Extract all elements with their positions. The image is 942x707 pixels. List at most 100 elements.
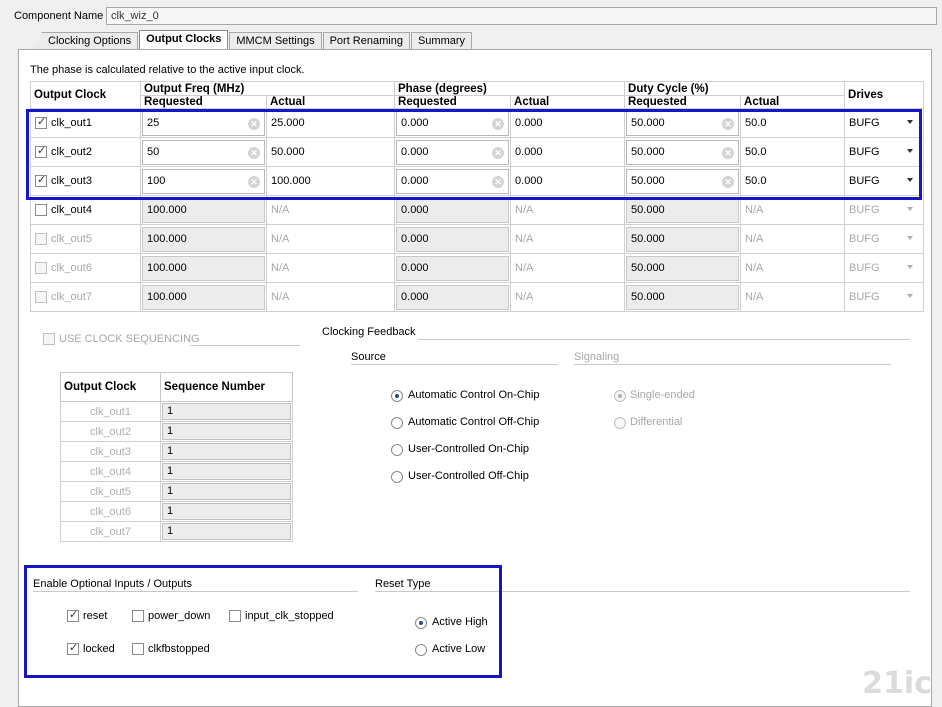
sequence-number-input[interactable]: 1 [162, 463, 291, 480]
phase-requested-input[interactable]: 0.000 [396, 284, 510, 310]
freq-actual-value: N/A [271, 291, 290, 303]
optional-io-highlight [24, 565, 502, 678]
component-name-label: Component Name [14, 10, 104, 22]
clock-name: clk_out5 [51, 233, 92, 245]
freq-requested-input[interactable]: 100.000 [142, 226, 265, 252]
seq-clock-name: clk_out2 [60, 421, 161, 442]
radio-differential[interactable] [614, 417, 626, 429]
duty-requested-value: 50.000 [631, 262, 665, 274]
tab-output-clocks[interactable]: Output Clocks [139, 30, 229, 49]
seq-col-output-clock: Output Clock [60, 372, 161, 402]
phase-requested-value: 0.000 [401, 291, 429, 303]
table-row: clk_out1 1 [60, 401, 293, 422]
duty-requested-input[interactable]: 50.000 [626, 226, 740, 252]
radio-auto-off-chip[interactable] [391, 417, 403, 429]
duty-actual-value: N/A [745, 233, 764, 245]
sequencing-divider [190, 345, 300, 346]
duty-requested-value: 50.000 [631, 204, 665, 216]
clock-sequencing-box[interactable] [43, 333, 55, 346]
drives-select[interactable]: BUFG [845, 283, 923, 311]
differential-label: Differential [630, 416, 683, 428]
duty-requested-input[interactable]: 50.000 [626, 284, 740, 310]
phase-actual-value: N/A [515, 262, 534, 274]
phase-requested-value: 0.000 [401, 204, 429, 216]
col-phase-requested: Requested [394, 95, 512, 109]
radio-user-off-chip[interactable] [391, 471, 403, 483]
tab-clocking-options[interactable]: Clocking Options [32, 32, 139, 49]
output-clock-cell[interactable]: clk_out5 [31, 225, 140, 253]
duty-actual-value: N/A [745, 204, 764, 216]
col-output-freq: Output Freq (MHz) [139, 81, 396, 96]
duty-requested-input[interactable]: 50.000 [626, 197, 740, 223]
sequence-number-input[interactable]: 1 [162, 423, 291, 440]
freq-requested-value: 100.000 [147, 233, 187, 245]
freq-requested-value: 100.000 [147, 204, 187, 216]
use-clock-sequencing-label: USE CLOCK SEQUENCING [59, 333, 200, 345]
phase-actual-value: N/A [515, 291, 534, 303]
drives-select[interactable]: BUFG [845, 225, 923, 253]
freq-actual-value: N/A [271, 262, 290, 274]
freq-actual-value: N/A [271, 233, 290, 245]
freq-requested-input[interactable]: 100.000 [142, 255, 265, 281]
freq-requested-input[interactable]: 100.000 [142, 284, 265, 310]
freq-requested-input[interactable]: 100.000 [142, 197, 265, 223]
seq-clock-name: clk_out1 [60, 401, 161, 422]
chevron-down-icon [907, 236, 914, 240]
radio-single-ended[interactable] [614, 390, 626, 402]
clock-enable-checkbox[interactable] [35, 262, 47, 274]
col-duty-actual: Actual [740, 95, 846, 109]
table-row: clk_out3 1 [60, 441, 293, 462]
source-divider [351, 364, 558, 365]
tab-port-renaming[interactable]: Port Renaming [322, 32, 410, 49]
feedback-divider [418, 339, 910, 340]
tab-summary[interactable]: Summary [410, 32, 473, 49]
user-off-chip-label: User-Controlled Off-Chip [408, 470, 529, 482]
output-clock-cell[interactable]: clk_out7 [31, 283, 140, 311]
sequence-number-input[interactable]: 1 [162, 403, 291, 420]
seq-clock-name: clk_out4 [60, 461, 161, 482]
drives-value: BUFG [849, 291, 880, 303]
drives-select[interactable]: BUFG [845, 196, 923, 224]
freq-requested-value: 100.000 [147, 291, 187, 303]
radio-user-on-chip[interactable] [391, 444, 403, 456]
auto-off-chip-label: Automatic Control Off-Chip [408, 416, 540, 428]
drives-value: BUFG [849, 233, 880, 245]
clock-enable-checkbox[interactable] [35, 291, 47, 303]
col-phase: Phase (degrees) [394, 81, 626, 96]
phase-requested-input[interactable]: 0.000 [396, 255, 510, 281]
clock-enable-checkbox[interactable] [35, 233, 47, 245]
radio-auto-on-chip[interactable] [391, 390, 403, 402]
chevron-down-icon [907, 294, 914, 298]
table-row: clk_out7 1 [60, 521, 293, 542]
table-row: clk_out5 1 [60, 481, 293, 502]
table-row: clk_out6 1 [60, 501, 293, 522]
source-label: Source [351, 351, 386, 363]
freq-actual-value: N/A [271, 204, 290, 216]
clock-name: clk_out4 [51, 204, 92, 216]
signaling-divider [574, 364, 891, 365]
col-phase-actual: Actual [510, 95, 626, 109]
tab-mmcm-settings[interactable]: MMCM Settings [229, 32, 322, 49]
seq-clock-name: clk_out6 [60, 501, 161, 522]
sequence-number-input[interactable]: 1 [162, 483, 291, 500]
output-clock-cell[interactable]: clk_out6 [31, 254, 140, 282]
sequence-number-input[interactable]: 1 [162, 443, 291, 460]
table-row: clk_out2 1 [60, 421, 293, 442]
use-clock-sequencing-checkbox[interactable]: USE CLOCK SEQUENCING [43, 333, 200, 346]
phase-requested-input[interactable]: 0.000 [396, 197, 510, 223]
clock-name: clk_out6 [51, 262, 92, 274]
clock-enable-checkbox[interactable] [35, 204, 47, 216]
duty-actual-value: N/A [745, 291, 764, 303]
drives-select[interactable]: BUFG [845, 254, 923, 282]
sequence-number-input[interactable]: 1 [162, 503, 291, 520]
seq-clock-name: clk_out5 [60, 481, 161, 502]
duty-requested-input[interactable]: 50.000 [626, 255, 740, 281]
component-name-input[interactable]: clk_wiz_0 [106, 7, 937, 25]
phase-requested-input[interactable]: 0.000 [396, 226, 510, 252]
seq-clock-name: clk_out7 [60, 521, 161, 542]
sequence-table: Output Clock Sequence Number clk_out1 1 cl… [60, 372, 293, 542]
drives-value: BUFG [849, 262, 880, 274]
sequence-number-input[interactable]: 1 [162, 523, 291, 540]
output-clock-cell[interactable]: clk_out4 [31, 196, 140, 224]
seq-col-sequence-number: Sequence Number [160, 372, 293, 402]
